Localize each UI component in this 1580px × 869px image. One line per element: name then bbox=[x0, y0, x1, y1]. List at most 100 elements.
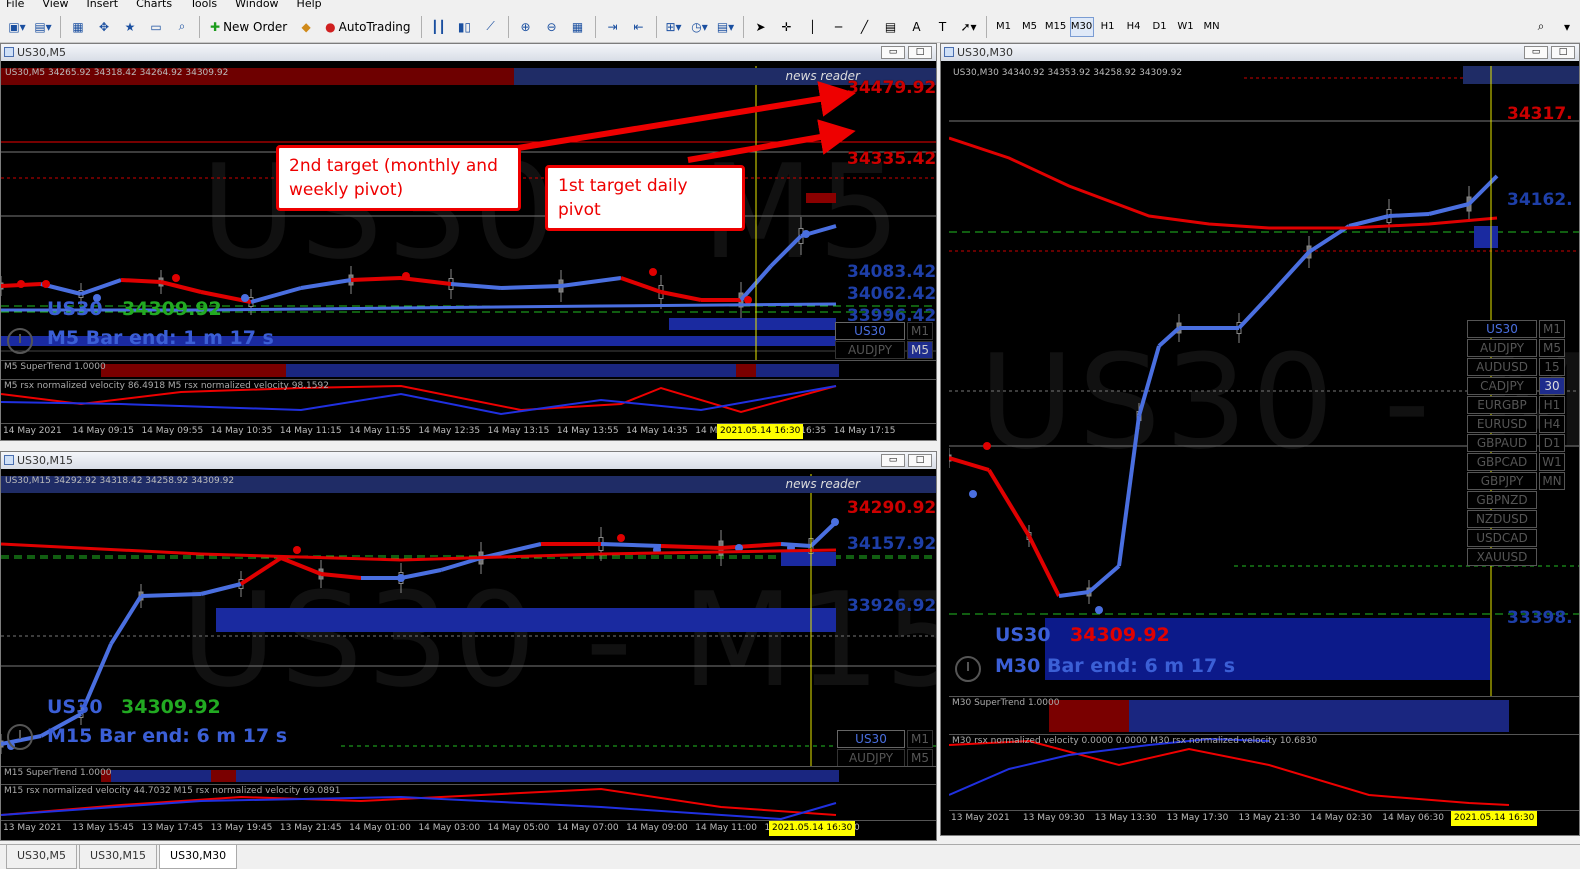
symbol-button-audjpy[interactable]: AUDJPY bbox=[835, 341, 905, 359]
symbol-button-gbpnzd[interactable]: GBPNZD bbox=[1467, 491, 1537, 509]
tf-m15[interactable]: M15 bbox=[1044, 17, 1068, 37]
symbol-button-gbpjpy[interactable]: GBPJPY bbox=[1467, 472, 1537, 490]
supertrend-panel[interactable]: M15 SuperTrend 1.0000 bbox=[1, 766, 936, 784]
tf-w1[interactable]: W1 bbox=[1174, 17, 1198, 37]
maximize-button[interactable]: □ bbox=[1551, 46, 1575, 59]
data-window-icon[interactable]: ✥ bbox=[93, 15, 115, 39]
vertical-line-icon[interactable]: │ bbox=[802, 15, 824, 39]
horizontal-line-icon[interactable]: ─ bbox=[828, 15, 850, 39]
rsx-panel[interactable]: M5 rsx normalized velocity 86.4918 M5 rs… bbox=[1, 379, 936, 423]
tf-button-m1[interactable]: M1 bbox=[907, 730, 933, 748]
tf-h4[interactable]: H4 bbox=[1122, 17, 1146, 37]
supertrend-panel[interactable]: M5 SuperTrend 1.0000 bbox=[1, 360, 936, 379]
menu-help[interactable]: Help bbox=[297, 0, 322, 9]
menu-insert[interactable]: Insert bbox=[87, 0, 119, 9]
tf-button-mn[interactable]: MN bbox=[1539, 472, 1565, 490]
tf-button-m5[interactable]: M5 bbox=[1539, 339, 1565, 357]
arrows-icon[interactable]: ➚▾ bbox=[958, 15, 980, 39]
tf-button-30[interactable]: 30 bbox=[1539, 377, 1565, 395]
tf-mn[interactable]: MN bbox=[1200, 17, 1224, 37]
tf-d1[interactable]: D1 bbox=[1148, 17, 1172, 37]
indicators-icon[interactable]: ⊞▾ bbox=[663, 15, 685, 39]
tf-button-15[interactable]: 15 bbox=[1539, 358, 1565, 376]
symbol-button-us30[interactable]: US30 bbox=[1467, 320, 1537, 338]
price-chart[interactable]: US30 - M15 news reader US30,M15 34292.92… bbox=[1, 474, 936, 766]
line-chart-icon[interactable]: ⟋ bbox=[480, 15, 502, 39]
text-label-icon[interactable]: T bbox=[932, 15, 954, 39]
maximize-button[interactable]: □ bbox=[908, 454, 932, 467]
rsx-panel[interactable]: M30 rsx normalized velocity 0.0000 0.000… bbox=[949, 734, 1579, 810]
bar-chart-icon[interactable]: ┃┃ bbox=[428, 15, 450, 39]
minimize-button[interactable]: ▭ bbox=[881, 46, 905, 59]
tf-h1[interactable]: H1 bbox=[1096, 17, 1120, 37]
symbol-button-nzdusd[interactable]: NZDUSD bbox=[1467, 510, 1537, 528]
price-chart[interactable]: US30 - M US30,M30 34340.92 34353.92 3425… bbox=[949, 66, 1579, 696]
periods-icon[interactable]: ◷▾ bbox=[689, 15, 711, 39]
supertrend-panel[interactable]: M30 SuperTrend 1.0000 bbox=[949, 696, 1579, 734]
symbol-button-gbpcad[interactable]: GBPCAD bbox=[1467, 453, 1537, 471]
tf-button-h4[interactable]: H4 bbox=[1539, 415, 1565, 433]
chart-window-m15[interactable]: US30,M15 ▭ □ US30 - M15 news reader US30,… bbox=[0, 451, 937, 841]
tab-us30-m5[interactable]: US30,M5 bbox=[6, 845, 78, 869]
minimize-button[interactable]: ▭ bbox=[881, 454, 905, 467]
cursor-icon[interactable]: ➤ bbox=[750, 15, 772, 39]
menu-tools[interactable]: Tools bbox=[190, 0, 217, 9]
zoom-out-icon[interactable]: ⊖ bbox=[541, 15, 563, 39]
tile-windows-icon[interactable]: ▦ bbox=[567, 15, 589, 39]
tf-m30[interactable]: M30 bbox=[1069, 16, 1094, 37]
metaeditor-icon[interactable]: ◆ bbox=[295, 15, 317, 39]
market-watch-icon[interactable]: ▦ bbox=[67, 15, 89, 39]
chart-shift-icon[interactable]: ⇤ bbox=[628, 15, 650, 39]
terminal-icon[interactable]: ▭ bbox=[145, 15, 167, 39]
symbol-button-cadjpy[interactable]: CADJPY bbox=[1467, 377, 1537, 395]
zoom-in-icon[interactable]: ⊕ bbox=[515, 15, 537, 39]
templates-icon[interactable]: ▤▾ bbox=[715, 15, 737, 39]
symbol-button-gbpaud[interactable]: GBPAUD bbox=[1467, 434, 1537, 452]
symbol-button-eurgbp[interactable]: EURGBP bbox=[1467, 396, 1537, 414]
trendline-icon[interactable]: ╱ bbox=[854, 15, 876, 39]
symbol-button-audusd[interactable]: AUDUSD bbox=[1467, 358, 1537, 376]
autotrading-button[interactable]: ● AutoTrading bbox=[321, 15, 414, 39]
toolbar-overflow-icon[interactable]: ▾ bbox=[1556, 15, 1578, 39]
menu-file[interactable]: File bbox=[6, 0, 24, 9]
tf-button-w1[interactable]: W1 bbox=[1539, 453, 1565, 471]
tf-m5[interactable]: M5 bbox=[1018, 17, 1042, 37]
tf-button-m5[interactable]: M5 bbox=[907, 749, 933, 766]
rsx-panel[interactable]: M15 rsx normalized velocity 44.7032 M15 … bbox=[1, 784, 936, 820]
symbol-button-xauusd[interactable]: XAUUSD bbox=[1467, 548, 1537, 566]
navigator-icon[interactable]: ★ bbox=[119, 15, 141, 39]
autoscroll-icon[interactable]: ⇥ bbox=[602, 15, 624, 39]
symbol-button-us30[interactable]: US30 bbox=[837, 730, 905, 748]
price-chart[interactable]: US30 - M5 news reader US30,M5 34265.92 3… bbox=[1, 66, 936, 360]
tf-button-d1[interactable]: D1 bbox=[1539, 434, 1565, 452]
symbol-button-usdcad[interactable]: USDCAD bbox=[1467, 529, 1537, 547]
tf-m1[interactable]: M1 bbox=[992, 17, 1016, 37]
search-icon[interactable]: ⌕ bbox=[1530, 15, 1552, 39]
menu-window[interactable]: Window bbox=[235, 0, 278, 9]
crosshair-icon[interactable]: ✛ bbox=[776, 15, 798, 39]
maximize-button[interactable]: □ bbox=[908, 46, 932, 59]
menu-view[interactable]: View bbox=[42, 0, 68, 9]
fibonacci-icon[interactable]: ▤ bbox=[880, 15, 902, 39]
chart-window-m30[interactable]: US30,M30 ▭ □ US30 - M US30,M30 34340.92 3… bbox=[940, 43, 1580, 836]
tab-us30-m30[interactable]: US30,M30 bbox=[159, 845, 238, 869]
profiles-icon[interactable]: ▤▾ bbox=[32, 15, 54, 39]
new-order-button[interactable]: ✚ New Order bbox=[206, 15, 291, 39]
new-chart-icon[interactable]: ▣▾ bbox=[6, 15, 28, 39]
symbol-button-us30[interactable]: US30 bbox=[835, 322, 905, 340]
tf-button-m1[interactable]: M1 bbox=[1539, 320, 1565, 338]
tf-button-m5[interactable]: M5 bbox=[907, 341, 933, 359]
candlestick-icon[interactable]: ▮▯ bbox=[454, 15, 476, 39]
symbol-button-audjpy[interactable]: AUDJPY bbox=[1467, 339, 1537, 357]
minimize-button[interactable]: ▭ bbox=[1524, 46, 1548, 59]
menu-charts[interactable]: Charts bbox=[136, 0, 172, 9]
chart-window-m5[interactable]: US30,M5 ▭□ US30 - M5 news reader US30,M5… bbox=[0, 43, 937, 441]
news-reader-banner[interactable]: news reader bbox=[514, 476, 936, 493]
tf-button-m1[interactable]: M1 bbox=[907, 322, 933, 340]
symbol-button-eurusd[interactable]: EURUSD bbox=[1467, 415, 1537, 433]
symbol-button-audjpy[interactable]: AUDJPY bbox=[837, 749, 905, 766]
tf-button-h1[interactable]: H1 bbox=[1539, 396, 1565, 414]
text-icon[interactable]: A bbox=[906, 15, 928, 39]
tab-us30-m15[interactable]: US30,M15 bbox=[79, 845, 158, 869]
strategy-tester-icon[interactable]: ⌕ bbox=[171, 15, 193, 39]
